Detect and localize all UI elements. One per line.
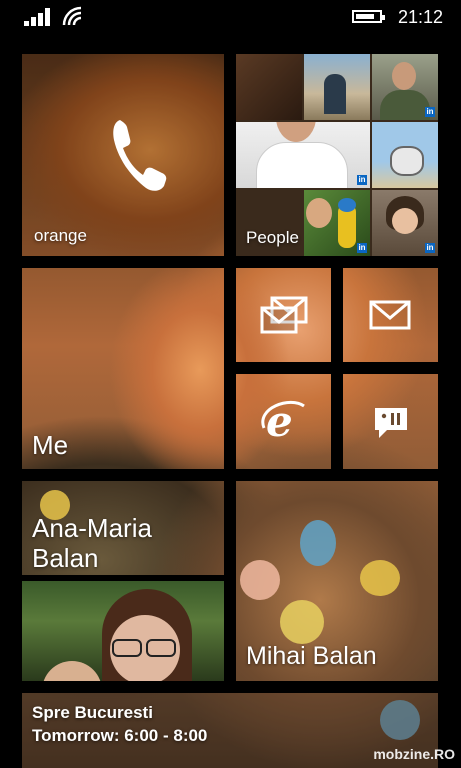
mail-tile[interactable] bbox=[343, 268, 438, 362]
calendar-event-time: Tomorrow: 6:00 - 8:00 bbox=[32, 726, 208, 745]
linkedin-icon: in bbox=[425, 243, 435, 253]
people-tile-label: People bbox=[246, 228, 299, 247]
linkedin-icon: in bbox=[425, 107, 435, 117]
people-photo bbox=[372, 122, 438, 188]
linkedin-icon: in bbox=[357, 243, 367, 253]
internet-explorer-tile[interactable]: e bbox=[236, 374, 331, 469]
people-tile[interactable]: in in in in People bbox=[236, 54, 438, 256]
contact-tile-mihai[interactable]: Mihai Balan bbox=[236, 481, 438, 681]
people-photo: in bbox=[304, 190, 370, 256]
wifi-icon bbox=[62, 6, 82, 26]
people-photo: in bbox=[236, 122, 370, 188]
mail-icon bbox=[369, 300, 411, 330]
status-time: 21:12 bbox=[398, 7, 444, 27]
people-photo: in bbox=[372, 190, 438, 256]
feedback-icon bbox=[375, 408, 407, 438]
phone-tile-label: orange bbox=[34, 226, 87, 245]
watermark: mobzine.RO bbox=[373, 746, 455, 762]
contact-tile-ana-maria[interactable]: Ana-Maria Balan bbox=[22, 481, 224, 575]
feedback-tile[interactable] bbox=[343, 374, 438, 469]
internet-explorer-icon: e bbox=[261, 398, 305, 444]
phone-tile[interactable]: orange bbox=[22, 54, 224, 256]
signal-icon bbox=[24, 8, 54, 26]
messaging-icon bbox=[260, 296, 308, 334]
phone-icon bbox=[113, 120, 167, 191]
contact-photo-tile[interactable] bbox=[22, 581, 224, 681]
messaging-tile[interactable] bbox=[236, 268, 331, 362]
contact-name: Ana-Maria Balan bbox=[32, 513, 152, 573]
people-photo bbox=[304, 54, 370, 120]
linkedin-icon: in bbox=[357, 175, 367, 185]
me-tile[interactable]: Me bbox=[22, 268, 224, 469]
people-photo: in bbox=[372, 54, 438, 120]
contact-name: Mihai Balan bbox=[246, 642, 377, 670]
battery-icon bbox=[352, 10, 385, 23]
me-tile-label: Me bbox=[32, 430, 69, 460]
people-photo bbox=[236, 54, 302, 120]
status-bar: 21:12 bbox=[0, 0, 461, 36]
calendar-event-title: Spre Bucuresti bbox=[32, 703, 153, 722]
